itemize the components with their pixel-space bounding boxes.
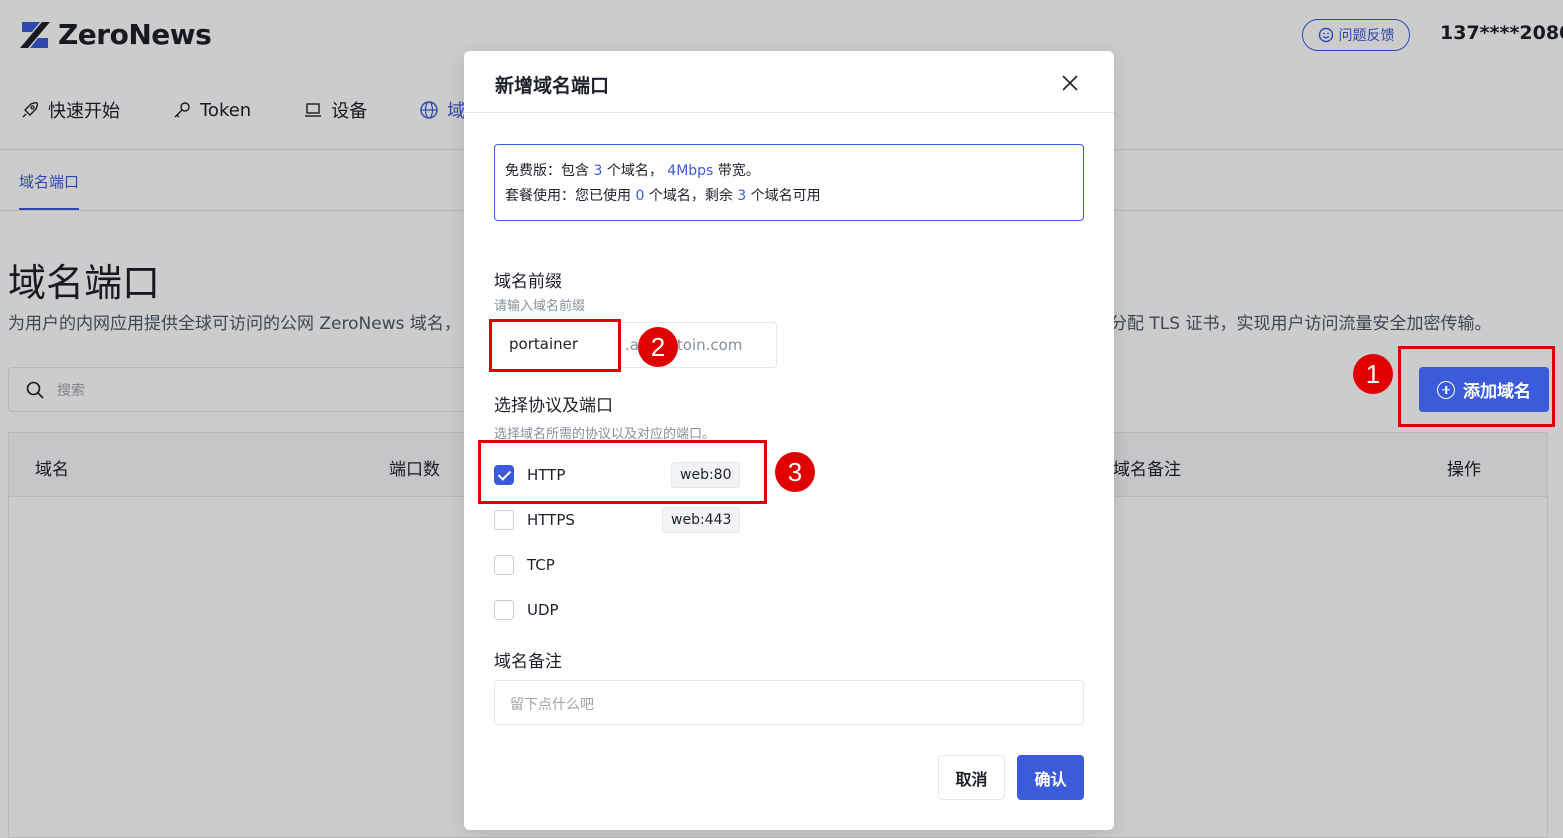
annotation-highlight-1 [1398, 346, 1555, 427]
domains-remaining-count: 3 [737, 188, 747, 204]
https-checkbox[interactable] [494, 510, 514, 530]
annotation-badge-3: 3 [775, 452, 815, 492]
protocol-label: 选择协议及端口 [494, 396, 613, 416]
remark-placeholder: 留下点什么吧 [510, 697, 594, 713]
annotation-highlight-3 [478, 440, 767, 504]
plan-info-box: 免费版：包含 3 个域名， 4Mbps 带宽。 套餐使用：您已使用 0 个域名，… [494, 144, 1084, 221]
domain-prefix-value: portainer [509, 335, 579, 353]
info-text: 带宽。 [717, 163, 760, 179]
protocol-option-https[interactable]: HTTPS [494, 510, 575, 530]
domains-used-count: 0 [635, 188, 645, 204]
dialog-title: 新增域名端口 [495, 75, 610, 97]
annotation-badge-1: 1 [1353, 354, 1393, 394]
close-icon[interactable] [1061, 74, 1079, 92]
dialog-header: 新增域名端口 [464, 51, 1114, 113]
info-text: 个域名， [606, 163, 663, 179]
remark-input[interactable]: 留下点什么吧 [494, 680, 1084, 725]
info-text: 套餐使用：您已使用 [505, 188, 631, 204]
domains-included-count: 3 [593, 163, 603, 179]
info-text: 个域名，剩余 [648, 188, 733, 204]
protocol-option-udp[interactable]: UDP [494, 600, 559, 620]
info-text: 免费版：包含 [505, 163, 589, 179]
plan-info-line-2: 套餐使用：您已使用 0 个域名，剩余 3 个域名可用 [505, 184, 1073, 209]
confirm-button[interactable]: 确认 [1017, 755, 1084, 800]
prefix-hint: 请输入域名前缀 [494, 299, 586, 314]
remark-label: 域名备注 [494, 652, 562, 672]
cancel-button[interactable]: 取消 [938, 755, 1005, 800]
protocol-name: TCP [527, 556, 555, 574]
info-text: 个域名可用 [750, 188, 821, 204]
tcp-checkbox[interactable] [494, 555, 514, 575]
plan-info-line-1: 免费版：包含 3 个域名， 4Mbps 带宽。 [505, 159, 1073, 184]
annotation-highlight-2: portainer [489, 319, 621, 372]
https-port-tag: web:443 [662, 507, 741, 533]
protocol-name: UDP [527, 601, 559, 619]
prefix-label: 域名前缀 [494, 272, 562, 292]
add-domain-dialog: 新增域名端口 免费版：包含 3 个域名， 4Mbps 带宽。 套餐使用：您已使用… [464, 51, 1114, 830]
annotation-badge-2: 2 [638, 327, 678, 367]
protocol-option-tcp[interactable]: TCP [494, 555, 555, 575]
udp-checkbox[interactable] [494, 600, 514, 620]
protocol-name: HTTPS [527, 511, 575, 529]
bandwidth-value: 4Mbps [667, 163, 714, 179]
